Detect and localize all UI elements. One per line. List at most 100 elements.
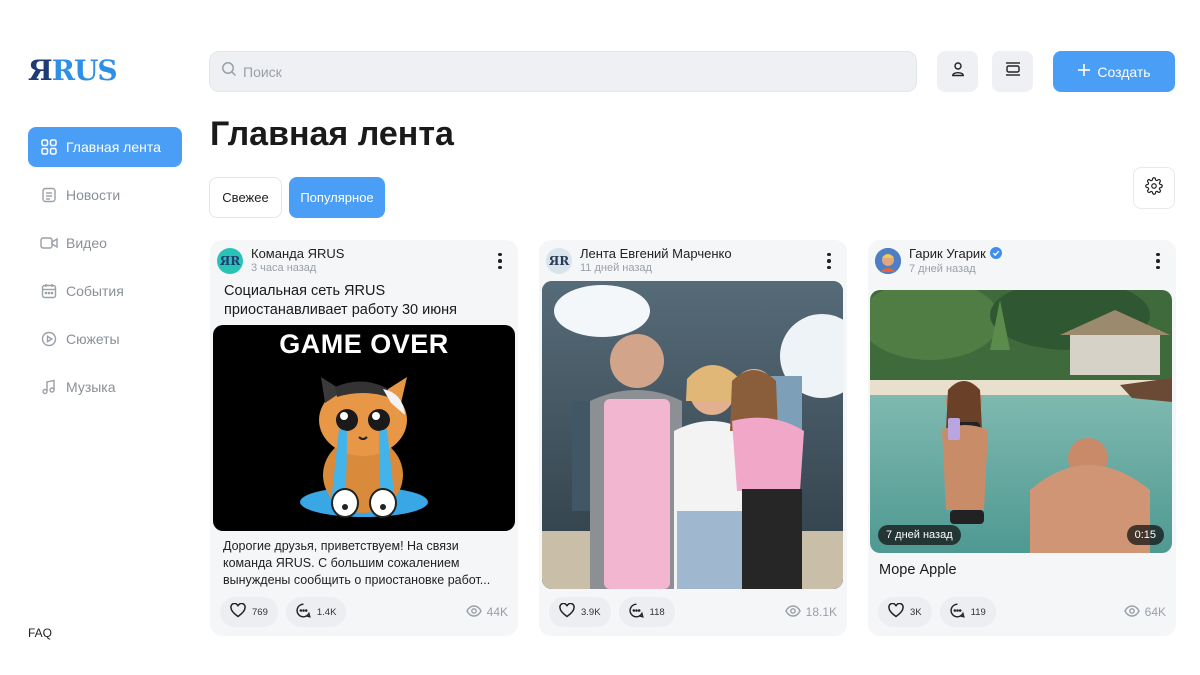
sidebar-item-video[interactable]: Видео [28,223,182,263]
sidebar-item-music[interactable]: Музыка [28,367,182,407]
heart-icon [230,602,246,621]
like-button[interactable]: 3.9K [549,597,611,627]
create-button[interactable]: Создать [1053,51,1175,92]
sidebar-item-label: Новости [66,187,121,203]
gear-icon [1145,176,1163,200]
video-icon [40,234,58,252]
post-video[interactable]: 7 дней назад 0:15 [870,290,1172,553]
avatar[interactable]: ЯR [217,248,243,274]
sidebar-item-stories[interactable]: Сюжеты [28,319,182,359]
post-author[interactable]: Команда ЯRUS [251,247,490,261]
post-image[interactable] [542,281,843,589]
grid-icon [40,138,58,156]
sidebar-item-label: Музыка [66,379,116,395]
more-options-button[interactable] [490,249,510,273]
post-header: ЯR Команда ЯRUS 3 часа назад [217,246,510,276]
more-options-button[interactable] [819,249,839,273]
logo-ya: Я [28,54,53,87]
views: 18.1K [784,604,837,620]
sidebar-item-label: События [66,283,124,299]
heart-icon [888,602,904,621]
faq-link[interactable]: FAQ [28,626,52,640]
post-actions: 3K 119 64K [878,597,1166,627]
tab-popular[interactable]: Популярное [289,177,385,218]
views-count: 44K [486,605,508,619]
comment-count: 118 [649,606,665,618]
comment-count: 119 [970,606,986,618]
tab-fresh[interactable]: Свежее [209,177,282,218]
post-title[interactable]: Социальная сеть ЯRUS приостанавливает ра… [224,282,509,320]
sidebar-item-label: Видео [66,235,107,251]
avatar[interactable]: ЯR [546,248,572,274]
sidebar-item-news[interactable]: Новости [28,175,182,215]
search-icon [221,61,237,82]
post-card[interactable]: ЯR Лента Евгений Марченко 11 дней назад [539,240,847,636]
eye-icon [465,604,482,620]
comment-button[interactable]: 119 [939,597,996,627]
post-header: Гарик Угарик 7 дней назад [875,246,1168,276]
video-duration-badge: 0:15 [1126,525,1164,545]
create-button-label: Создать [1097,63,1151,80]
comment-button[interactable]: 118 [618,597,675,627]
profile-button[interactable] [937,51,978,92]
post-title[interactable]: Море Apple [879,562,957,578]
plus-icon [1077,63,1091,80]
avatar[interactable] [875,248,901,274]
heart-icon [559,602,575,621]
post-image[interactable]: GAME OVER [213,325,515,531]
post-header: ЯR Лента Евгений Марченко 11 дней назад [546,246,839,276]
views: 64K [1123,604,1166,620]
eye-icon [784,604,801,620]
sidebar-item-label: Сюжеты [66,331,120,347]
like-count: 3K [910,606,922,618]
sidebar-item-home-feed[interactable]: Главная лента [28,127,182,167]
user-icon [950,61,966,82]
comment-count: 1.4K [316,606,337,618]
search-bar[interactable] [209,51,917,92]
calendar-icon [40,282,58,300]
avatar-image [875,248,901,274]
post-author[interactable]: Гарик Угарик [909,246,1148,262]
post-time: 7 дней назад [909,262,976,275]
post-card[interactable]: Гарик Угарик 7 дней назад 7 дней назад 0… [868,240,1176,636]
verified-icon [989,246,1002,262]
play-circle-icon [40,330,58,348]
post-author-name: Гарик Угарик [909,246,986,261]
sidebar-item-events[interactable]: События [28,271,182,311]
views-count: 64K [1144,605,1166,619]
app-root: ЯRUS Главная лента Новости Видео События… [0,0,1200,675]
post-time: 11 дней назад [580,262,652,274]
post-time: 3 часа назад [251,262,317,274]
comment-icon [628,603,644,621]
comment-button[interactable]: 1.4K [285,597,347,627]
logo-rus: RUS [51,54,118,87]
post-text[interactable]: Дорогие друзья, приветствуем! На связи к… [223,538,505,589]
sidebar-item-label: Главная лента [66,139,161,155]
like-button[interactable]: 769 [220,597,278,627]
feed-settings-button[interactable] [1133,167,1175,209]
ribbon-button[interactable] [992,51,1033,92]
music-note-icon [40,378,58,396]
sidebar: Главная лента Новости Видео События Сюже… [28,127,182,415]
search-input[interactable] [243,63,843,80]
beach-video-thumbnail [870,290,1172,553]
eye-icon [1123,604,1140,620]
logo[interactable]: ЯRUS [28,54,118,87]
post-author[interactable]: Лента Евгений Марченко [580,247,819,261]
crying-cat-illustration [300,377,428,518]
photo-studio-people [542,281,843,589]
comment-icon [296,603,311,621]
like-count: 769 [252,606,268,618]
post-actions: 3.9K 118 18.1K [549,597,837,627]
more-options-button[interactable] [1148,249,1168,273]
post-actions: 769 1.4K 44K [220,597,508,627]
post-card[interactable]: ЯR Команда ЯRUS 3 часа назад Социальная … [210,240,518,636]
comment-icon [949,603,965,621]
page-title: Главная лента [210,115,454,153]
like-button[interactable]: 3K [878,597,932,627]
news-icon [40,186,58,204]
stack-icon [1004,61,1022,82]
views-count: 18.1K [805,605,837,619]
like-count: 3.9K [581,606,601,618]
video-age-badge: 7 дней назад [878,525,961,545]
